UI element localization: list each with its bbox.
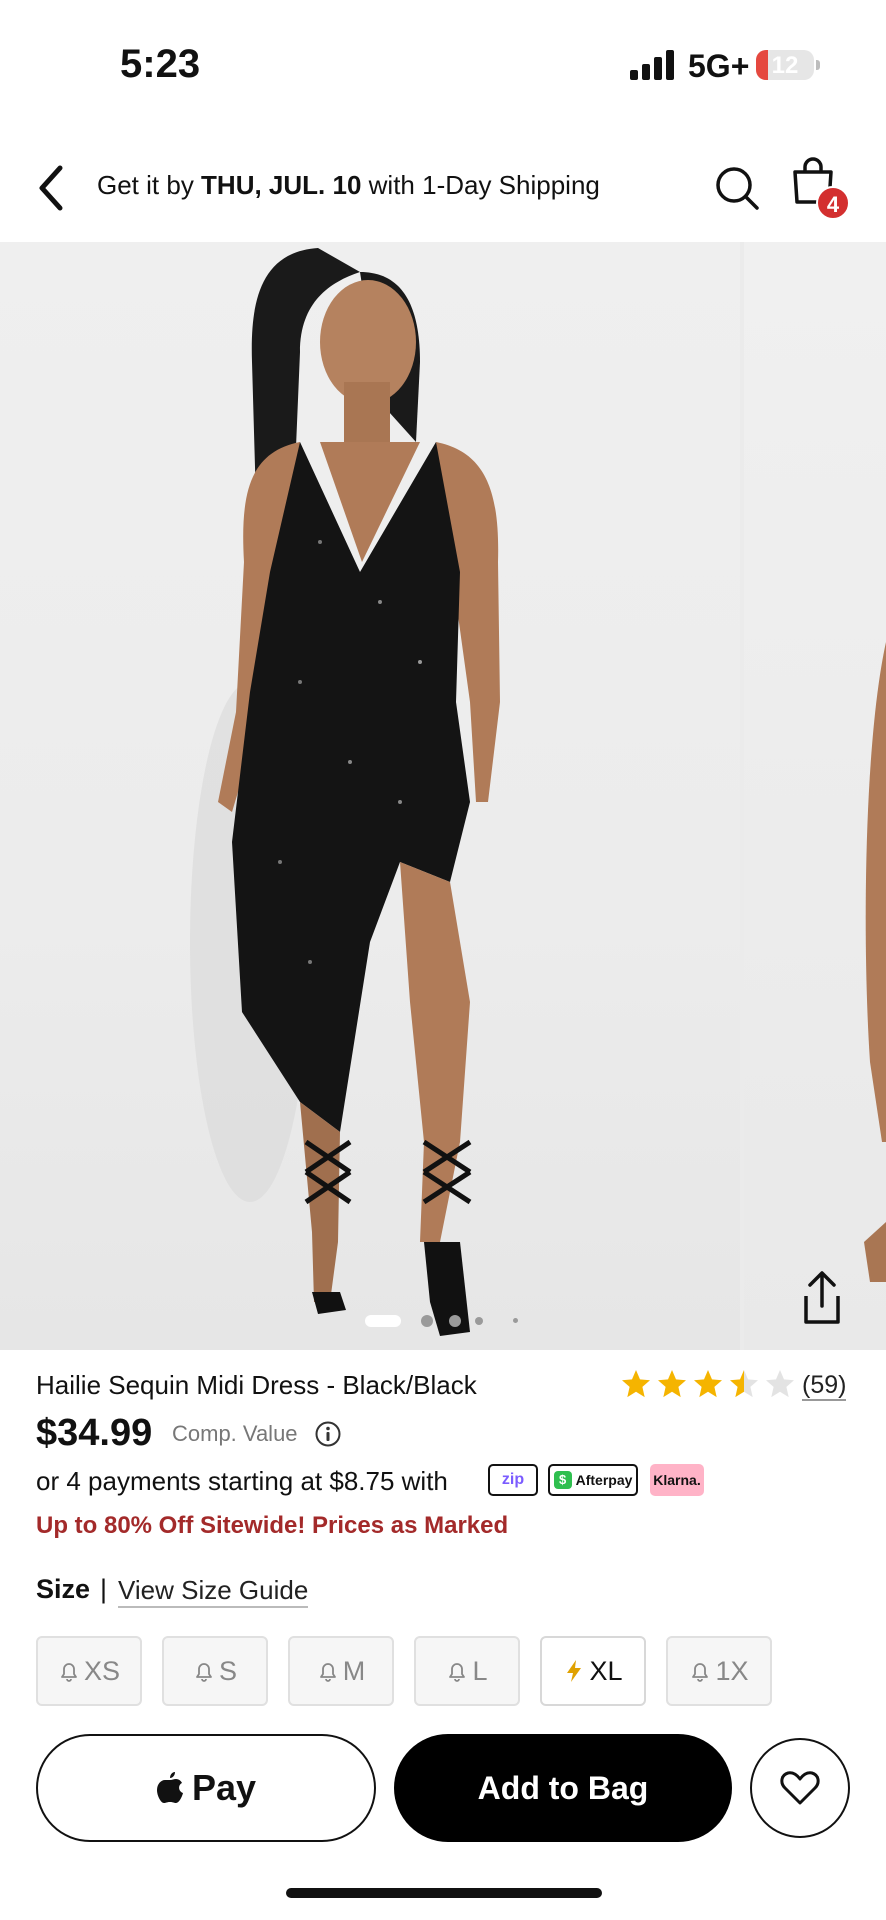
star-empty-icon [766, 1370, 794, 1398]
status-time: 5:23 [120, 42, 201, 86]
page-dot-3[interactable] [449, 1315, 461, 1327]
network-type: 5G+ [688, 48, 750, 84]
bell-icon [196, 1663, 212, 1682]
comp-value-label: Comp. Value [172, 1421, 298, 1446]
chevron-left-icon [39, 165, 63, 211]
size-option-xl[interactable]: XL [540, 1636, 646, 1706]
status-bar: 5:23 5G+ 12 [0, 0, 886, 130]
size-option-xs[interactable]: XS [36, 1636, 142, 1706]
zip-label: zip [501, 1471, 525, 1488]
model-figure-partial [864, 642, 886, 1282]
shipping-suffix: with 1-Day Shipping [361, 170, 600, 200]
product-photo-next[interactable] [744, 242, 886, 1350]
size-option-1x[interactable]: 1X [666, 1636, 772, 1706]
back-button[interactable] [28, 160, 74, 216]
size-option-label: S [218, 1655, 237, 1686]
home-indicator [286, 1888, 602, 1898]
wishlist-button[interactable] [750, 1738, 850, 1838]
lightning-icon [567, 1660, 582, 1682]
header: Get it by THU, JUL. 10 with 1-Day Shippi… [0, 130, 886, 242]
shopping-bag-button[interactable]: 4 [790, 156, 850, 220]
page-dot-5[interactable] [513, 1318, 518, 1323]
size-option-label: XL [589, 1655, 623, 1686]
promo-text: Up to 80% Off Sitewide! Prices as Marked [36, 1512, 509, 1539]
product-name: Hailie Sequin Midi Dress - Black/Black [36, 1370, 477, 1400]
size-option-label: L [472, 1655, 488, 1686]
shipping-date: THU, JUL. 10 [201, 170, 362, 200]
apple-logo-icon [156, 1772, 183, 1803]
klarna-label: Klarna. [653, 1472, 701, 1488]
page-dot-2[interactable] [421, 1315, 433, 1327]
klarna-payment-badge[interactable]: Klarna. [650, 1464, 704, 1496]
apple-pay-button[interactable]: Pay [36, 1734, 376, 1842]
model-figure [190, 248, 500, 1336]
share-button[interactable] [796, 1268, 848, 1328]
bell-icon [692, 1663, 709, 1682]
shipping-banner: Get it by THU, JUL. 10 with 1-Day Shippi… [97, 170, 600, 201]
product-rating[interactable]: (59) [620, 1368, 860, 1402]
size-option-l[interactable]: L [414, 1636, 520, 1706]
add-to-bag-label: Add to Bag [477, 1769, 649, 1806]
size-option-label: XS [83, 1655, 121, 1686]
share-icon [804, 1271, 840, 1324]
size-option-s[interactable]: S [162, 1636, 268, 1706]
gallery-pagination[interactable] [365, 1311, 545, 1331]
size-guide-link[interactable]: View Size Guide [118, 1574, 309, 1608]
info-icon[interactable] [314, 1420, 342, 1448]
afterpay-payment-badge[interactable]: $ Afterpay [548, 1464, 638, 1496]
product-price: $34.99 [36, 1412, 153, 1454]
battery-icon: 12 [756, 50, 814, 80]
review-count[interactable]: (59) [802, 1371, 847, 1401]
apple-pay-label: Pay [191, 1767, 257, 1808]
size-option-label: M [342, 1655, 366, 1686]
star-icon [622, 1370, 650, 1398]
bell-icon [319, 1663, 336, 1682]
star-icon [694, 1370, 722, 1398]
product-image-gallery[interactable] [0, 242, 886, 1350]
size-separator: | [100, 1574, 108, 1604]
afterpay-icon: $ [553, 1471, 572, 1489]
bag-count-badge: 4 [816, 186, 850, 220]
size-option-label: 1X [715, 1655, 749, 1686]
battery-nub [816, 60, 820, 70]
product-photo-main[interactable] [0, 242, 740, 1350]
shipping-prefix: Get it by [97, 170, 202, 200]
zip-payment-badge[interactable]: zip [488, 1464, 538, 1496]
page-dot-1[interactable] [365, 1315, 401, 1327]
size-option-m[interactable]: M [288, 1636, 394, 1706]
bell-icon [449, 1663, 466, 1682]
size-label: Size [36, 1574, 91, 1604]
add-to-bag-button[interactable]: Add to Bag [394, 1734, 732, 1842]
afterpay-label: Afterpay [575, 1472, 633, 1488]
star-half-icon [730, 1370, 758, 1398]
star-icon [658, 1370, 686, 1398]
bell-icon [61, 1663, 77, 1682]
page-dot-4[interactable] [475, 1317, 483, 1325]
installment-payments-text: or 4 payments starting at $8.75 with [36, 1466, 448, 1496]
signal-icon [630, 50, 674, 80]
search-icon [716, 167, 759, 210]
search-button[interactable] [712, 160, 762, 216]
heart-icon [780, 1771, 820, 1805]
battery-percent: 12 [771, 52, 799, 79]
